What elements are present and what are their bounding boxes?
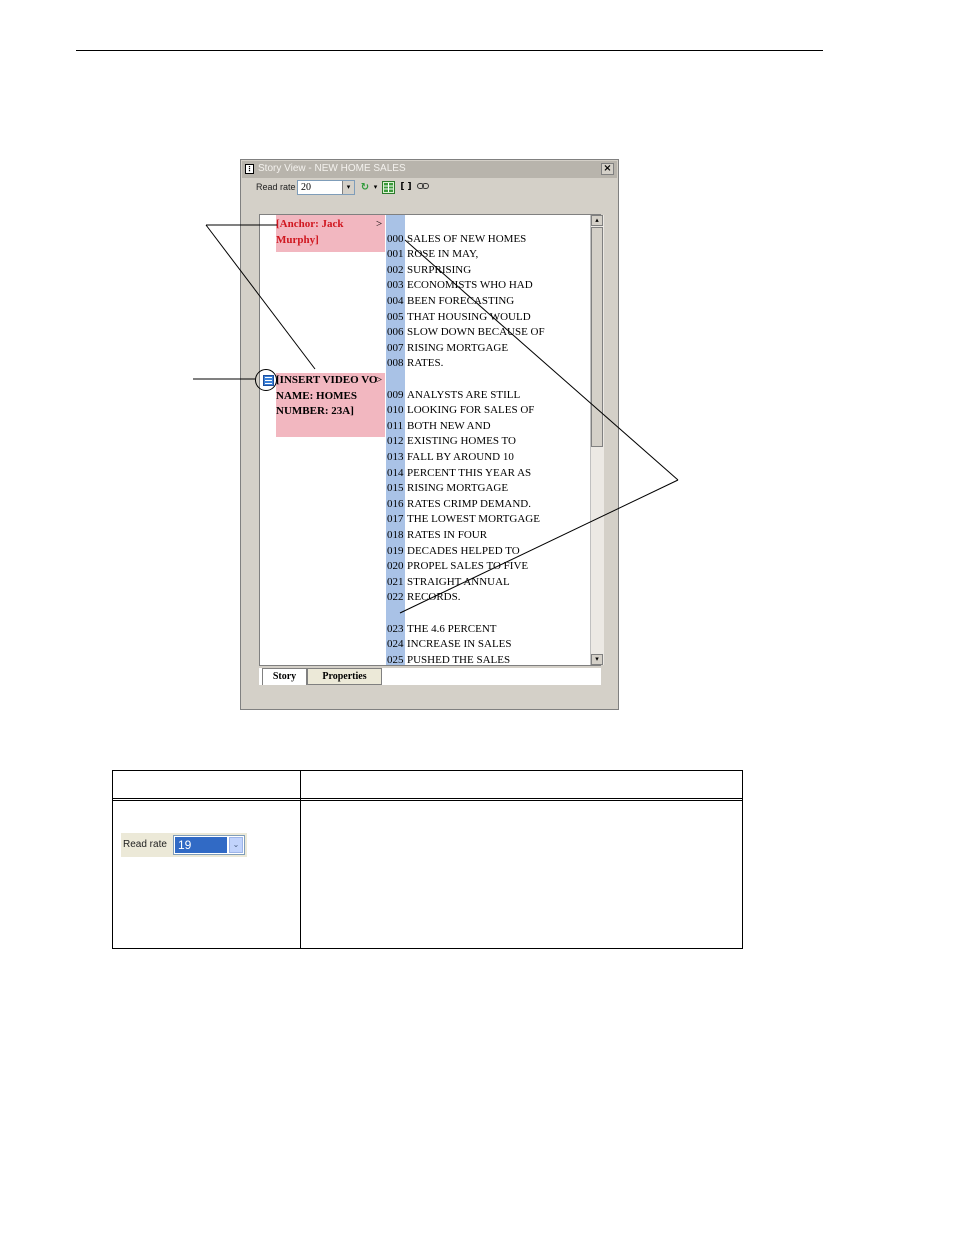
table-header-rule [113,800,742,801]
chevron-down-icon[interactable]: ⌄ [229,837,243,853]
table-header-rule [113,798,742,799]
read-rate-example-select[interactable]: 19 ⌄ [173,835,245,855]
description-table: Read rate 19 ⌄ [112,770,743,949]
read-rate-example: Read rate 19 ⌄ [121,833,247,857]
callout-line [404,239,679,481]
read-rate-example-label: Read rate [123,839,167,850]
callout-lines [193,224,679,614]
callout-line [399,479,679,614]
callout-circle [255,369,277,391]
read-rate-example-value: 19 [175,837,227,853]
callout-line [205,224,316,370]
